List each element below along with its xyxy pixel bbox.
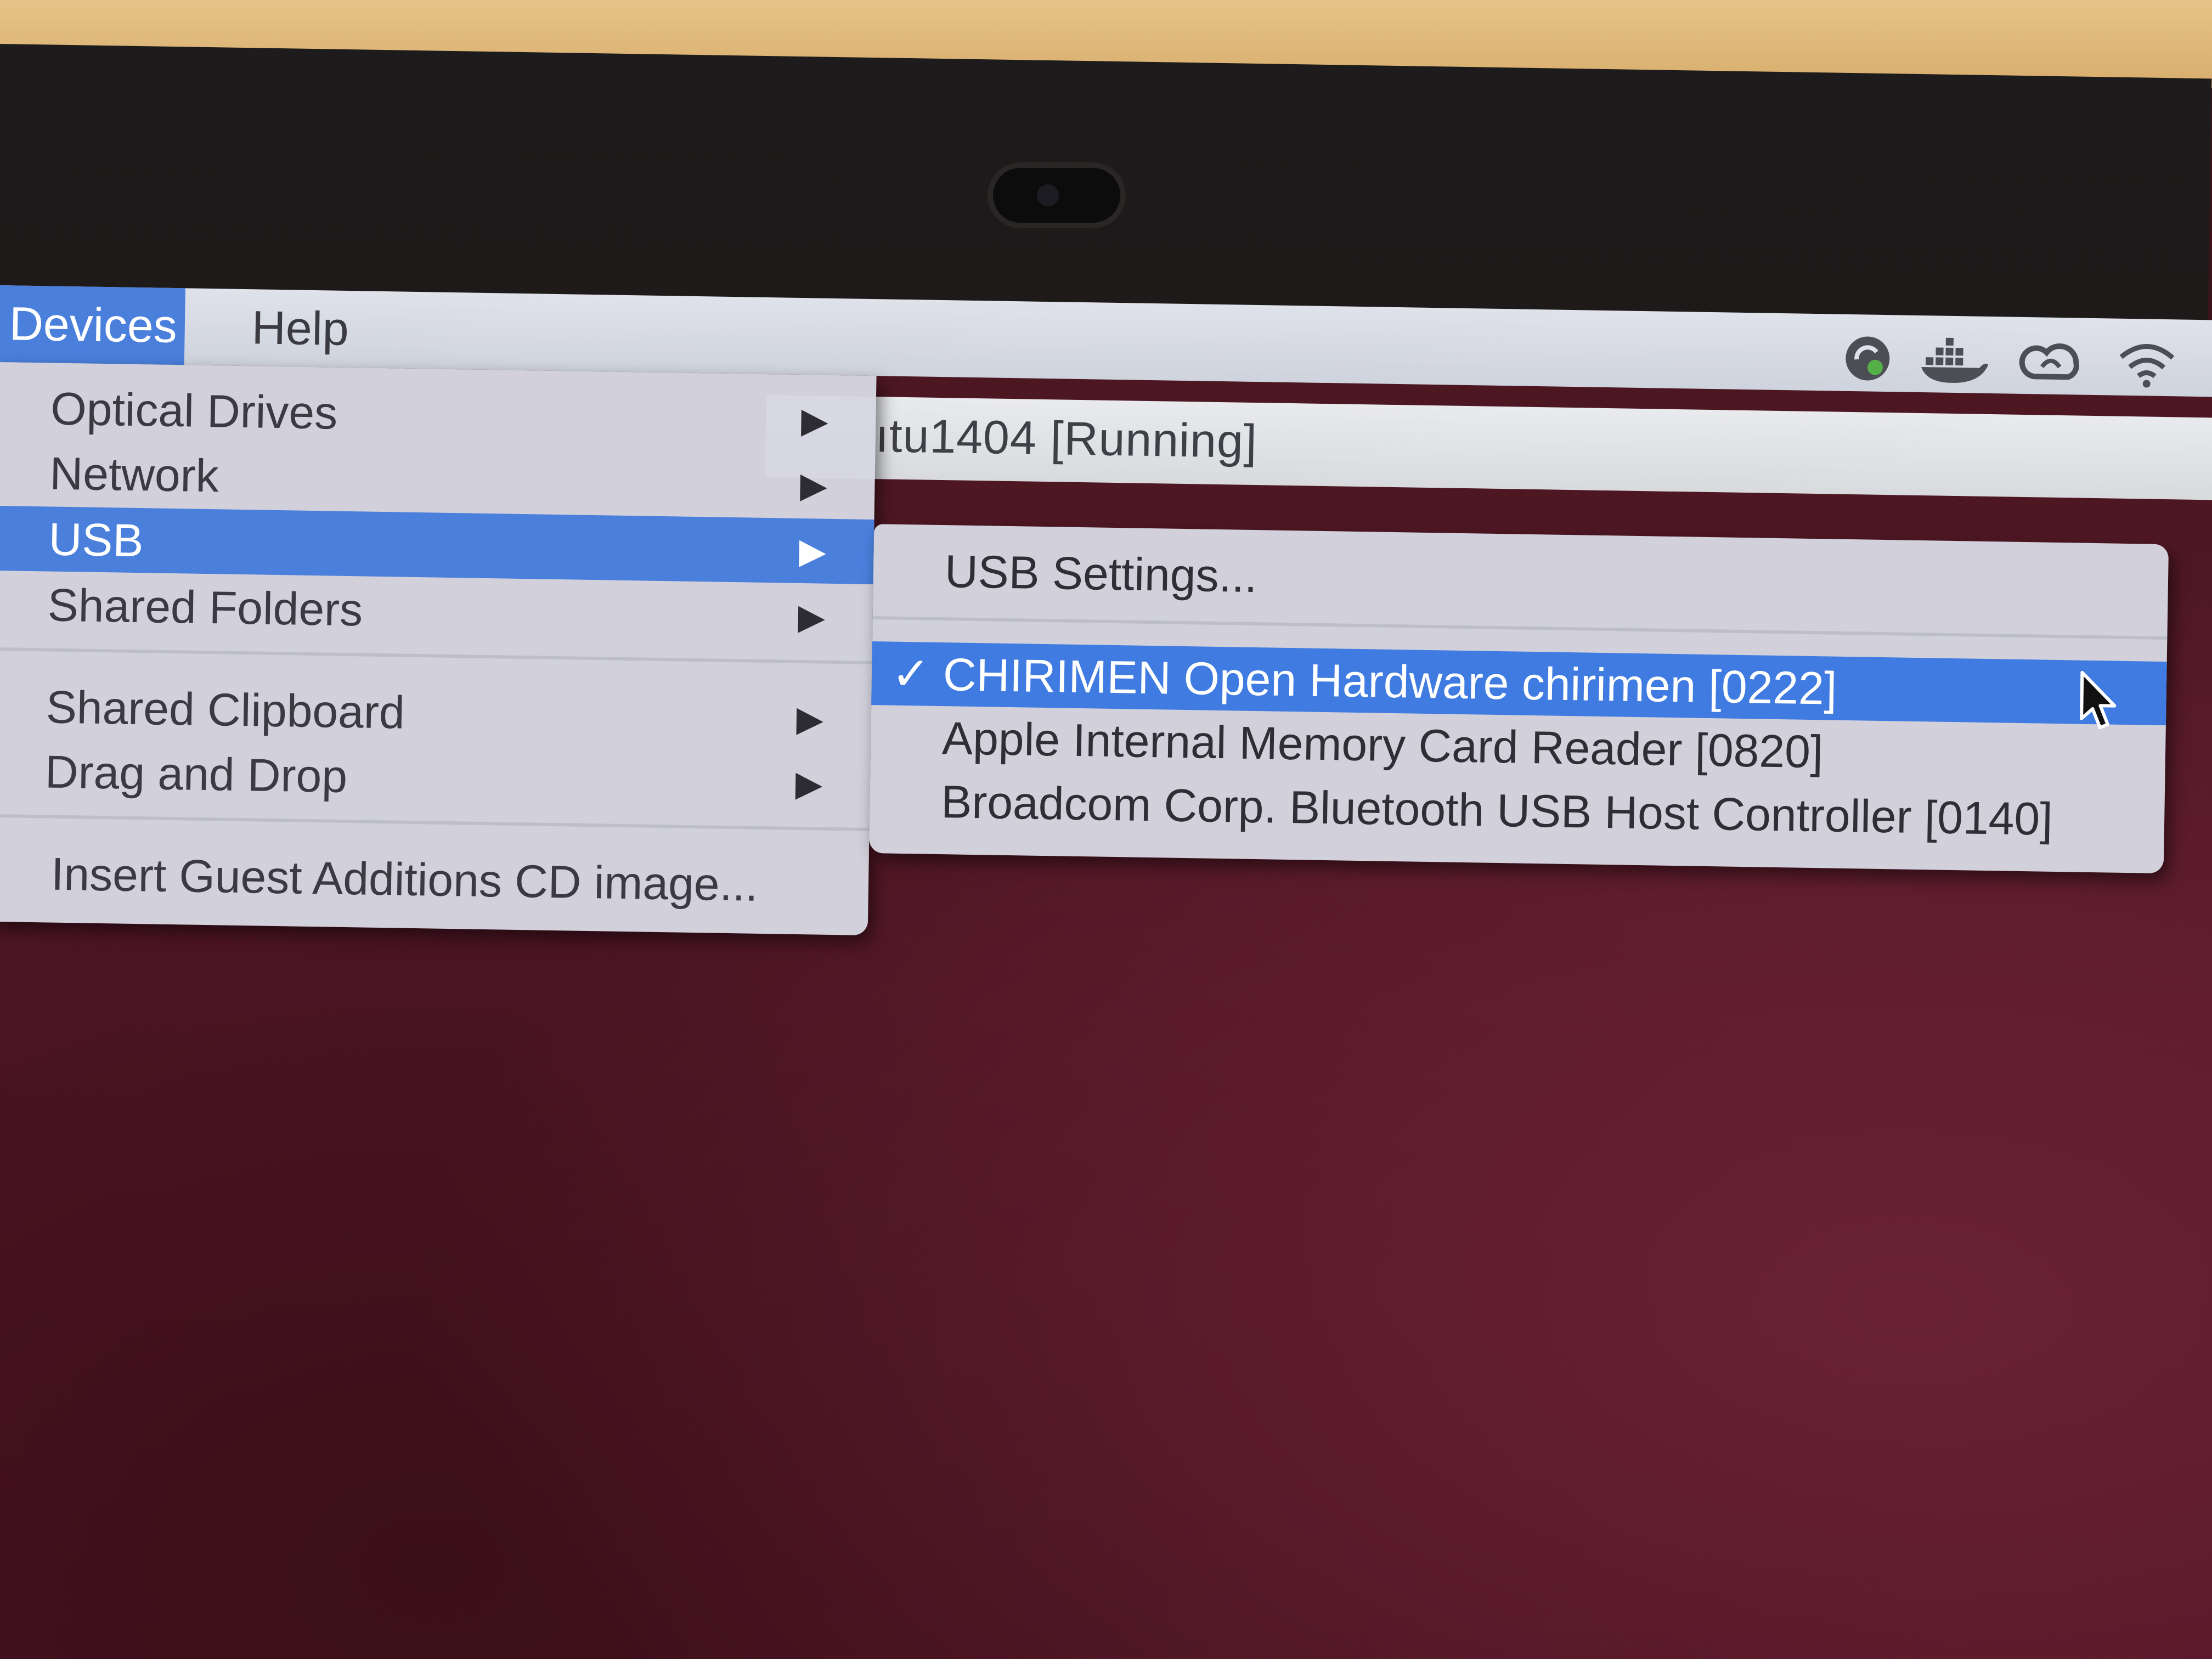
submenu-arrow-icon: ▶	[798, 596, 826, 637]
menu-item-insert-guest-additions[interactable]: Insert Guest Additions CD image...	[0, 840, 869, 919]
menu-item-label: USB	[48, 513, 144, 567]
docker-icon[interactable]	[1919, 333, 1991, 387]
menu-item-label: Shared Folders	[47, 579, 363, 636]
webcam	[988, 162, 1126, 228]
submenu-arrow-icon: ▶	[795, 763, 823, 804]
sync-icon[interactable]	[1841, 332, 1894, 385]
menu-help[interactable]: Help	[229, 289, 371, 368]
menu-item-label: Optical Drives	[50, 382, 338, 439]
submenu-arrow-icon: ▶	[796, 698, 824, 739]
menu-item-shared-folders[interactable]: Shared Folders ▶	[0, 572, 873, 650]
menu-item-label: Insert Guest Additions CD image...	[50, 848, 759, 911]
menu-separator	[872, 616, 2168, 640]
menu-item-label: Network	[49, 447, 219, 502]
creative-cloud-icon[interactable]	[2018, 335, 2084, 388]
usb-submenu: USB Settings... ✓ CHIRIMEN Open Hardware…	[868, 524, 2169, 874]
menu-devices[interactable]: Devices	[0, 285, 185, 365]
menu-item-usb[interactable]: USB ▶	[0, 505, 874, 585]
submenu-arrow-icon: ▶	[799, 531, 827, 571]
usb-settings-item[interactable]: USB Settings...	[873, 538, 2169, 622]
screen: Devices Help ıtu1404 [Running] Optical D…	[0, 285, 2212, 1659]
submenu-arrow-icon: ▶	[799, 465, 828, 505]
menu-item-label: Drag and Drop	[44, 746, 348, 803]
wifi-icon[interactable]	[2117, 336, 2177, 390]
menu-item-drag-and-drop[interactable]: Drag and Drop ▶	[0, 738, 871, 817]
vm-window-titlebar: ıtu1404 [Running]	[765, 394, 2212, 501]
menu-item-label: Shared Clipboard	[46, 681, 405, 738]
devices-menu: Optical Drives ▶ Network ▶ USB ▶ Shared …	[0, 362, 877, 935]
vm-window-title: ıtu1404 [Running]	[875, 409, 1258, 469]
submenu-arrow-icon: ▶	[800, 400, 829, 441]
menu-item-network[interactable]: Network ▶	[0, 440, 875, 518]
menu-separator	[0, 647, 872, 665]
checkmark-icon: ✓	[891, 647, 931, 700]
photo-frame: Devices Help ıtu1404 [Running] Optical D…	[0, 0, 2212, 1659]
usb-settings-label: USB Settings...	[944, 545, 1258, 602]
menu-separator	[0, 814, 870, 832]
